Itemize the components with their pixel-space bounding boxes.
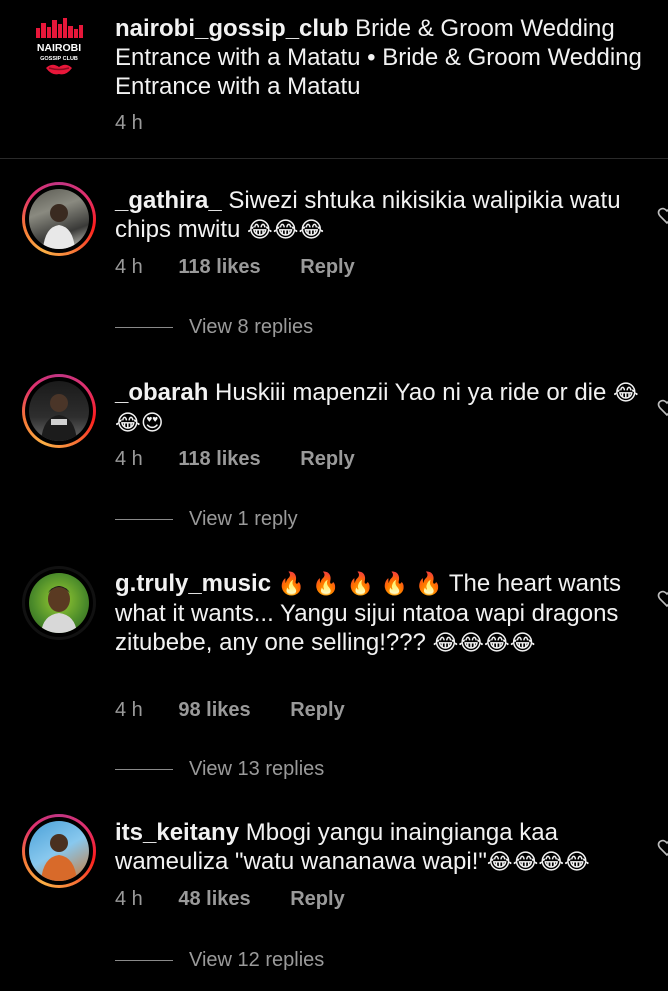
caption-divider	[0, 158, 668, 159]
view-replies-button[interactable]: View 12 replies	[115, 949, 324, 972]
comment-username[interactable]: g.truly_music	[115, 570, 271, 597]
comment-text: its_keitany Mbogi yangu inaingianga kaa …	[115, 818, 645, 877]
heart-outline-icon[interactable]	[657, 398, 668, 418]
view-replies-button[interactable]: View 13 replies	[115, 758, 324, 781]
comment-meta: 4 h 118 likes Reply	[115, 256, 355, 279]
post-caption: NAIROBI GOSSIP CLUB nairobi_gossip_club …	[0, 0, 668, 160]
nairobi-gossip-club-logo-icon: NAIROBI GOSSIP CLUB	[36, 18, 83, 75]
comment-meta: 4 h 118 likes Reply	[115, 448, 355, 471]
heart-outline-icon[interactable]	[657, 206, 668, 226]
comment-timestamp: 4 h	[115, 448, 143, 470]
comment-username[interactable]: its_keitany	[115, 819, 239, 846]
caption-timestamp: 4 h	[115, 112, 143, 134]
view-replies-button[interactable]: View 1 reply	[115, 508, 298, 531]
comment-meta: 4 h 98 likes Reply	[115, 699, 345, 722]
comment-emojis: 😂😂😂😂	[432, 631, 536, 656]
reply-button[interactable]: Reply	[300, 256, 354, 279]
view-replies-line	[115, 769, 173, 771]
likes-count[interactable]: 48 likes	[178, 888, 250, 911]
view-replies-label: View 1 reply	[189, 508, 298, 530]
comment-username[interactable]: _obarah	[115, 379, 208, 406]
heart-outline-icon[interactable]	[657, 838, 668, 858]
heart-outline-icon[interactable]	[657, 589, 668, 609]
view-replies-line	[115, 960, 173, 962]
view-replies-label: View 13 replies	[189, 758, 325, 780]
reply-button[interactable]: Reply	[300, 448, 354, 471]
fire-emojis: 🔥 🔥 🔥 🔥 🔥	[277, 572, 443, 597]
comment-username[interactable]: _gathira_	[115, 187, 222, 214]
comment-emojis: 😂😂😂😂	[486, 850, 590, 875]
likes-count[interactable]: 118 likes	[178, 256, 260, 279]
reply-button[interactable]: Reply	[290, 699, 344, 722]
its-keitany-avatar[interactable]	[22, 814, 96, 888]
comment-text: _gathira_ Siwezi shtuka nikisikia walipi…	[115, 186, 645, 245]
comment-emojis: 😂😂😂	[247, 218, 325, 243]
comment-timestamp: 4 h	[115, 699, 143, 721]
comment-timestamp: 4 h	[115, 256, 143, 278]
nairobi-gossip-club-avatar[interactable]: NAIROBI GOSSIP CLUB	[22, 14, 96, 88]
reply-button[interactable]: Reply	[290, 888, 344, 911]
svg-text:NAIROBI: NAIROBI	[37, 42, 81, 54]
caption-text: nairobi_gossip_club Bride & Groom Weddin…	[115, 14, 660, 101]
comment-text: g.truly_music 🔥 🔥 🔥 🔥 🔥 The heart wants …	[115, 569, 645, 658]
view-replies-button[interactable]: View 8 replies	[115, 316, 313, 339]
caption-username[interactable]: nairobi_gossip_club	[115, 15, 348, 42]
comment-timestamp: 4 h	[115, 888, 143, 910]
view-replies-line	[115, 519, 173, 521]
view-replies-label: View 8 replies	[189, 316, 314, 338]
likes-count[interactable]: 118 likes	[178, 448, 260, 471]
gathira-avatar[interactable]	[22, 182, 96, 256]
view-replies-label: View 12 replies	[189, 949, 325, 971]
obarah-avatar[interactable]	[22, 374, 96, 448]
comment-body: Huskiii mapenzii Yao ni ya ride or die	[215, 379, 607, 406]
g-truly-music-avatar[interactable]	[22, 566, 96, 640]
svg-text:GOSSIP CLUB: GOSSIP CLUB	[40, 56, 78, 62]
likes-count[interactable]: 98 likes	[178, 699, 250, 722]
comment-meta: 4 h 48 likes Reply	[115, 888, 345, 911]
view-replies-line	[115, 327, 173, 329]
comment-text: _obarah Huskiii mapenzii Yao ni ya ride …	[115, 378, 645, 438]
